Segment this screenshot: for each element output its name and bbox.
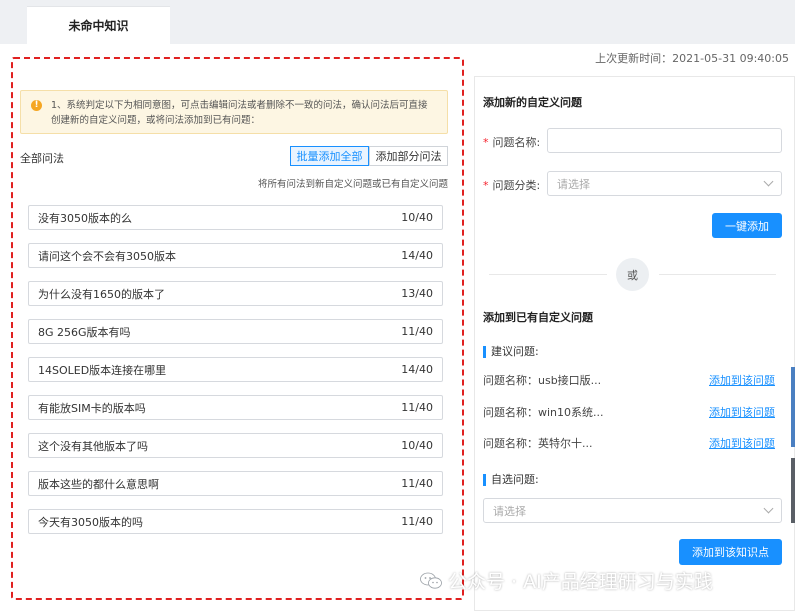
utterance-text: 请问这个会不会有3050版本 <box>38 249 176 263</box>
char-count: 11/40 <box>401 401 433 414</box>
notice-banner: ! 1、系统判定以下为相同意图，可点击编辑问法或者删除不一致的问法，确认问法后可… <box>20 90 448 134</box>
add-partial-button[interactable]: 添加部分问法 <box>369 146 448 166</box>
question-name-input[interactable] <box>547 128 782 153</box>
suggested-question-name: 问题名称：win10系统... <box>483 406 604 419</box>
tab-unmatched-knowledge[interactable]: 未命中知识 <box>27 6 170 44</box>
divider-left <box>489 274 607 275</box>
add-to-question-link[interactable]: 添加到该问题 <box>709 372 775 388</box>
watermark: 公众号 · AI产品经理研习与实践 <box>420 567 713 594</box>
char-count: 11/40 <box>401 477 433 490</box>
existing-question-title: 添加到已有自定义问题 <box>483 311 593 324</box>
hint-text: 将所有问法到新自定义问题或已有自定义问题 <box>258 179 449 190</box>
optional-question-label: 自选问题: <box>483 474 539 486</box>
suggested-questions-label: 建议问题: <box>483 346 539 358</box>
char-count: 13/40 <box>401 287 433 300</box>
utterance-item[interactable]: 14SOLED版本连接在哪里 14/40 <box>28 357 443 382</box>
add-to-question-link[interactable]: 添加到该问题 <box>709 435 775 451</box>
wechat-icon <box>420 572 442 590</box>
utterance-item[interactable]: 版本这些的都什么意思啊 11/40 <box>28 471 443 496</box>
utterance-text: 8G 256G版本有吗 <box>38 325 131 339</box>
utterance-item[interactable]: 8G 256G版本有吗 11/40 <box>28 319 443 344</box>
question-category-label: * 问题分类: <box>483 179 541 192</box>
utterance-text: 14SOLED版本连接在哪里 <box>38 363 167 377</box>
question-name-label: * 问题名称: <box>483 136 541 149</box>
edge-decoration <box>791 367 795 447</box>
utterance-item[interactable]: 没有3050版本的么 10/40 <box>28 205 443 230</box>
question-category-select[interactable]: 请选择 <box>547 171 782 196</box>
utterance-item[interactable]: 今天有3050版本的吗 11/40 <box>28 509 443 534</box>
or-separator: 或 <box>616 258 649 291</box>
all-utterances-label: 全部问法 <box>20 152 64 165</box>
suggested-question-name: 问题名称：usb接口版... <box>483 374 602 387</box>
add-to-knowledge-button[interactable]: 添加到该知识点 <box>679 539 782 565</box>
utterance-text: 今天有3050版本的吗 <box>38 515 143 529</box>
char-count: 14/40 <box>401 363 433 376</box>
utterance-item[interactable]: 有能放SIM卡的版本吗 11/40 <box>28 395 443 420</box>
edge-decoration <box>791 458 795 523</box>
optional-question-select[interactable]: 请选择 <box>483 498 782 523</box>
char-count: 11/40 <box>401 515 433 528</box>
warning-icon: ! <box>31 100 42 111</box>
utterance-item[interactable]: 这个没有其他版本了吗 10/40 <box>28 433 443 458</box>
add-question-panel <box>474 76 795 611</box>
char-count: 11/40 <box>401 325 433 338</box>
utterance-item[interactable]: 请问这个会不会有3050版本 14/40 <box>28 243 443 268</box>
utterance-text: 为什么没有1650的版本了 <box>38 287 165 301</box>
add-to-question-link[interactable]: 添加到该问题 <box>709 404 775 420</box>
watermark-text: 公众号 · AI产品经理研习与实践 <box>448 571 713 593</box>
utterance-text: 有能放SIM卡的版本吗 <box>38 401 146 415</box>
utterance-item[interactable]: 为什么没有1650的版本了 13/40 <box>28 281 443 306</box>
char-count: 10/40 <box>401 211 433 224</box>
utterance-text: 这个没有其他版本了吗 <box>38 439 148 453</box>
last-updated-text: 上次更新时间：2021-05-31 09:40:05 <box>595 52 789 65</box>
char-count: 10/40 <box>401 439 433 452</box>
suggested-question-row: 问题名称：win10系统... 添加到该问题 <box>483 404 775 420</box>
chevron-down-icon <box>763 176 774 187</box>
suggested-question-name: 问题名称：英特尔十... <box>483 437 593 450</box>
notice-text: 1、系统判定以下为相同意图，可点击编辑问法或者删除不一致的问法，确认问法后可直接… <box>51 100 428 126</box>
chevron-down-icon <box>763 503 774 514</box>
utterance-text: 没有3050版本的么 <box>38 211 132 225</box>
char-count: 14/40 <box>401 249 433 262</box>
one-click-add-button[interactable]: 一键添加 <box>712 213 782 238</box>
batch-add-all-button[interactable]: 批量添加全部 <box>290 146 369 166</box>
suggested-question-row: 问题名称：usb接口版... 添加到该问题 <box>483 372 775 388</box>
utterance-text: 版本这些的都什么意思啊 <box>38 477 159 491</box>
new-question-title: 添加新的自定义问题 <box>483 96 582 109</box>
suggested-question-row: 问题名称：英特尔十... 添加到该问题 <box>483 435 775 451</box>
divider-right <box>659 274 776 275</box>
